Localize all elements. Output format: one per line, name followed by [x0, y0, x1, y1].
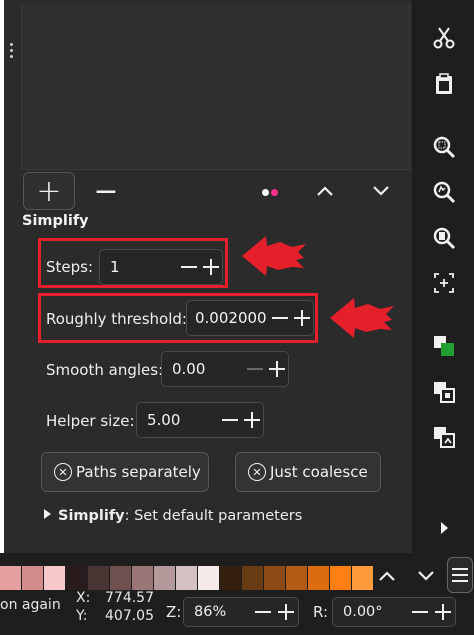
- color-palette[interactable]: [0, 566, 374, 590]
- scissors-icon[interactable]: [428, 22, 460, 54]
- footer-text: : Set default parameters: [124, 508, 303, 524]
- close-circle-icon: ✕: [248, 463, 266, 481]
- helper-size-value[interactable]: 5.00: [137, 411, 219, 429]
- rotate-field[interactable]: 0.00°: [332, 597, 456, 627]
- zoom-drawing-icon[interactable]: [428, 176, 460, 208]
- zoom-field[interactable]: 86%: [183, 597, 299, 627]
- rotate-label: R:: [313, 603, 329, 621]
- threshold-highlight-box: [38, 293, 318, 343]
- more-arrow-icon[interactable]: [428, 512, 460, 544]
- palette-swatch[interactable]: [0, 566, 21, 590]
- just-coalesce-button[interactable]: ✕ Just coalesce: [235, 452, 381, 492]
- zoom-page-icon[interactable]: [428, 222, 460, 254]
- smooth-angles-spinbox[interactable]: 0.00: [161, 351, 289, 387]
- smooth-angles-label: Smooth angles:: [46, 361, 164, 379]
- color-dots-icon[interactable]: [255, 182, 285, 202]
- cursor-x-value: 774.57: [105, 590, 154, 606]
- helper-size-label: Helper size:: [46, 412, 135, 430]
- increment-icon[interactable]: [266, 352, 288, 386]
- palette-swatch[interactable]: [132, 566, 153, 590]
- palette-swatch[interactable]: [44, 566, 65, 590]
- preview-area: [21, 4, 410, 170]
- expand-triangle-icon[interactable]: [44, 509, 51, 519]
- cursor-x-label: X:: [76, 590, 91, 606]
- palette-swatch[interactable]: [88, 566, 109, 590]
- paths-separately-label: Paths separately: [76, 463, 201, 481]
- palette-swatch[interactable]: [330, 566, 351, 590]
- palette-swatch[interactable]: [110, 566, 131, 590]
- steps-highlight-box: [38, 238, 228, 288]
- palette-swatch[interactable]: [308, 566, 329, 590]
- zoom-selection-icon[interactable]: [428, 131, 460, 163]
- cursor-y-value: 407.05: [105, 608, 154, 624]
- chevron-up-icon[interactable]: [310, 176, 340, 206]
- status-message: on again: [0, 597, 61, 613]
- section-title: Simplify: [22, 213, 89, 229]
- palette-swatch[interactable]: [220, 566, 241, 590]
- chevron-down-icon[interactable]: [366, 176, 396, 206]
- decrement-icon[interactable]: [252, 603, 274, 621]
- paths-separately-button[interactable]: ✕ Paths separately: [41, 452, 209, 492]
- zoom-label: Z:: [166, 603, 182, 621]
- palette-swatch[interactable]: [352, 566, 373, 590]
- clipboard-icon[interactable]: [428, 68, 460, 100]
- increment-icon[interactable]: [241, 403, 263, 437]
- cursor-y-label: Y:: [76, 608, 88, 624]
- palette-swatch[interactable]: [198, 566, 219, 590]
- arrow-pointer-icon: [242, 236, 306, 276]
- palette-menu-icon[interactable]: [447, 557, 473, 593]
- palette-swatch[interactable]: [22, 566, 43, 590]
- just-coalesce-label: Just coalesce: [270, 463, 368, 481]
- chevron-up-icon[interactable]: [373, 562, 401, 590]
- helper-size-spinbox[interactable]: 5.00: [136, 402, 264, 438]
- palette-swatch[interactable]: [286, 566, 307, 590]
- palette-swatch[interactable]: [176, 566, 197, 590]
- add-preset-button[interactable]: +: [23, 172, 75, 210]
- palette-swatch[interactable]: [66, 566, 87, 590]
- default-params-expander[interactable]: Simplify: Set default parameters: [44, 508, 302, 524]
- decrement-icon[interactable]: [409, 603, 431, 621]
- rotate-value[interactable]: 0.00°: [333, 604, 409, 620]
- decrement-icon[interactable]: [244, 352, 266, 386]
- palette-swatch[interactable]: [264, 566, 285, 590]
- remove-preset-button[interactable]: −: [86, 172, 126, 210]
- increment-icon[interactable]: [274, 603, 298, 621]
- decrement-icon[interactable]: [219, 403, 241, 437]
- zoom-fit-icon[interactable]: [428, 267, 460, 299]
- zoom-value[interactable]: 86%: [184, 604, 252, 620]
- arrow-pointer-icon: [330, 298, 394, 338]
- chevron-down-icon[interactable]: [412, 562, 440, 590]
- smooth-angles-value[interactable]: 0.00: [162, 360, 244, 378]
- clone-icon[interactable]: [428, 376, 460, 408]
- increment-icon[interactable]: [431, 603, 455, 621]
- unlink-clone-icon[interactable]: [428, 421, 460, 453]
- palette-swatch[interactable]: [154, 566, 175, 590]
- footer-name: Simplify: [58, 508, 125, 524]
- palette-swatch[interactable]: [242, 566, 263, 590]
- panel-grip-icon[interactable]: [9, 43, 15, 63]
- close-circle-icon: ✕: [54, 463, 72, 481]
- duplicate-icon[interactable]: [428, 330, 460, 362]
